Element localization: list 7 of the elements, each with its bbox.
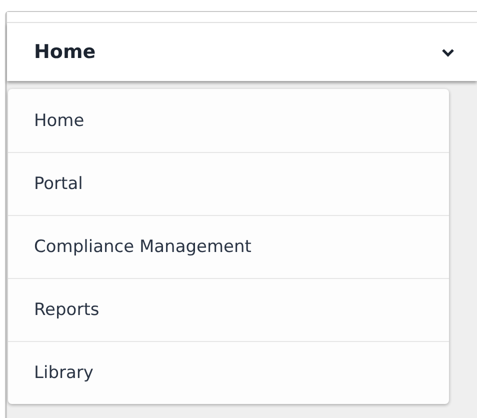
menu-item[interactable]: Library — [8, 341, 449, 404]
menu-item[interactable]: Home — [8, 89, 449, 152]
menu-item[interactable]: Portal — [8, 152, 449, 215]
chevron-icon — [441, 48, 455, 56]
menu-item[interactable]: Compliance Management — [8, 215, 449, 278]
menu-item[interactable]: Reports — [8, 278, 449, 341]
dropdown-header[interactable]: Home — [7, 23, 477, 81]
